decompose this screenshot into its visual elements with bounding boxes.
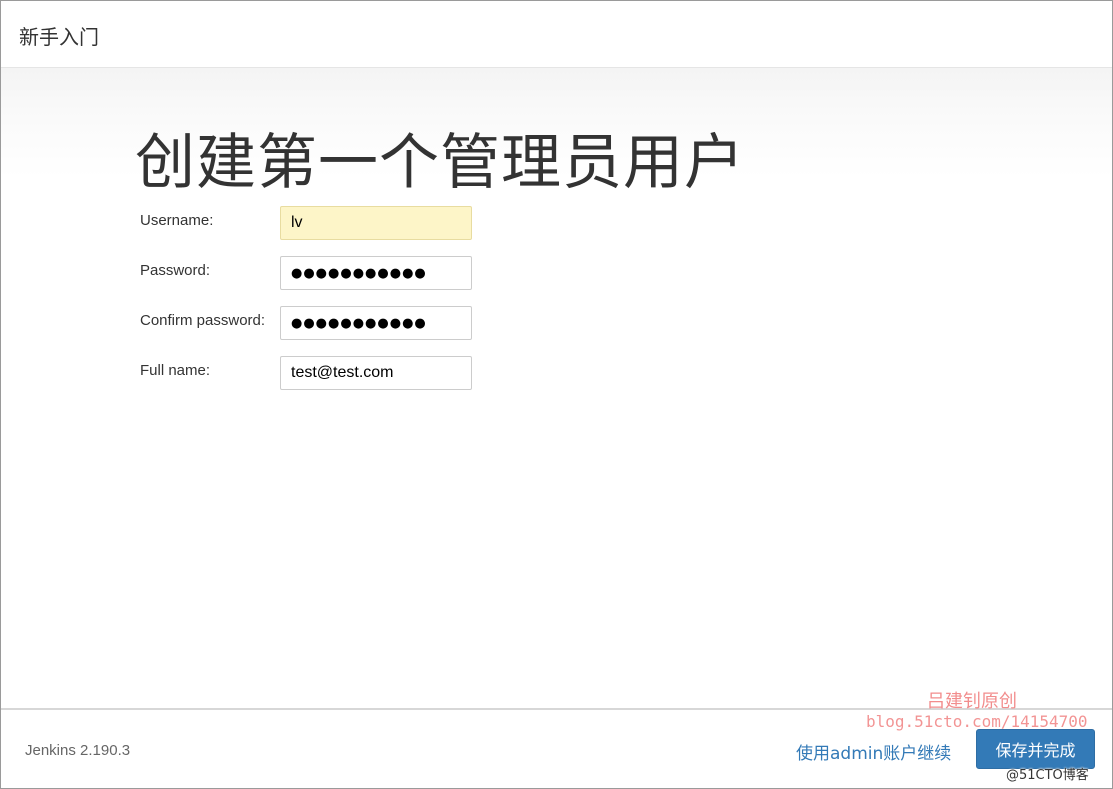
username-input[interactable] <box>280 206 472 240</box>
wizard-header: 新手入门 <box>1 1 1112 68</box>
password-input[interactable] <box>280 256 472 290</box>
confirm-password-input[interactable] <box>280 306 472 340</box>
page-title: 创建第一个管理员用户 <box>135 128 745 198</box>
confirm-password-row: Confirm password: <box>140 306 480 342</box>
save-and-finish-button[interactable]: 保存并完成 <box>976 729 1095 769</box>
jenkins-version: Jenkins 2.190.3 <box>25 742 131 759</box>
setup-wizard-window: 新手入门 创建第一个管理员用户 Username: Password: Conf… <box>0 0 1113 789</box>
password-label: Password: <box>140 262 211 279</box>
confirm-password-label: Confirm password: <box>140 312 266 329</box>
full-name-input[interactable] <box>280 356 472 390</box>
username-label: Username: <box>140 212 214 229</box>
password-row: Password: <box>140 256 480 292</box>
username-row: Username: <box>140 206 480 242</box>
header-title: 新手入门 <box>19 25 99 49</box>
watermark-author: 吕建钊原创 <box>927 691 1017 712</box>
full-name-row: Full name: <box>140 356 480 392</box>
watermark-url: blog.51cto.com/14154700 <box>866 712 1088 731</box>
watermark-site: @51CTO博客 <box>1006 768 1089 783</box>
full-name-label: Full name: <box>140 362 211 379</box>
wizard-content: 创建第一个管理员用户 Username: Password: Confirm p… <box>1 68 1112 708</box>
continue-as-admin-link[interactable]: 使用admin账户继续 <box>796 739 951 764</box>
